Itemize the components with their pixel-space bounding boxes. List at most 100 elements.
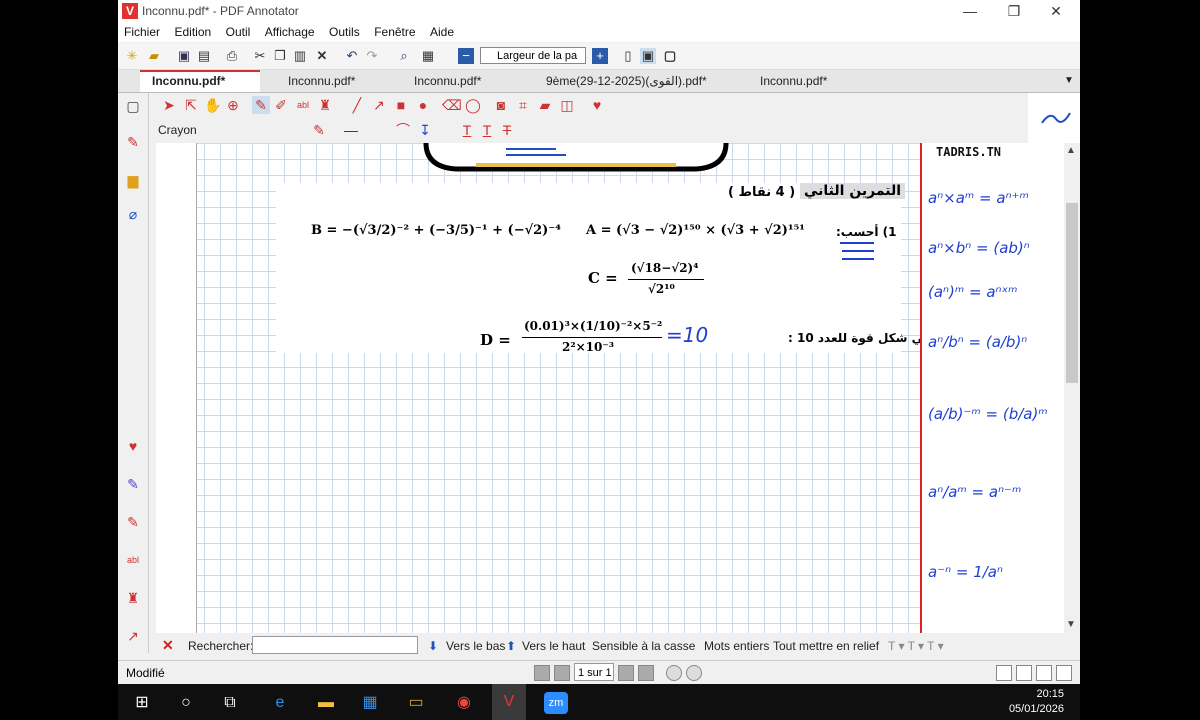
arrow-down-icon[interactable]: ⬇ bbox=[428, 639, 438, 653]
search-input[interactable] bbox=[252, 636, 418, 654]
eraser-tool-icon[interactable]: ⌫ bbox=[442, 96, 462, 114]
text-squiggle-icon[interactable]: T bbox=[478, 121, 496, 139]
camera-icon[interactable]: ◙ bbox=[492, 96, 510, 114]
scroll-down-icon[interactable]: ▼ bbox=[1066, 619, 1076, 630]
last-page-icon[interactable] bbox=[638, 665, 654, 681]
view-continuous-icon[interactable] bbox=[1016, 665, 1032, 681]
menu-edition[interactable]: Edition bbox=[168, 22, 215, 39]
print-icon[interactable]: ⎙ bbox=[224, 48, 240, 64]
ellipse-tool-icon[interactable]: ● bbox=[414, 96, 432, 114]
next-page-icon[interactable] bbox=[618, 665, 634, 681]
menu-affichage[interactable]: Affichage bbox=[259, 22, 319, 39]
highlighter-icon[interactable]: ✎ bbox=[124, 513, 142, 531]
line-tool-icon[interactable]: ╱ bbox=[348, 96, 366, 114]
crop-icon[interactable]: ⌗ bbox=[514, 96, 532, 114]
edge-icon[interactable]: e bbox=[268, 692, 292, 714]
redo-icon[interactable]: ↷ bbox=[364, 48, 380, 64]
tab-5[interactable]: Inconnu.pdf* bbox=[760, 70, 827, 92]
new-icon[interactable]: ✳ bbox=[124, 48, 140, 64]
pen-preview[interactable] bbox=[1028, 93, 1080, 143]
arrow-up-icon[interactable]: ⬆ bbox=[506, 639, 516, 653]
whole-words-option[interactable]: Mots entiers bbox=[704, 639, 769, 653]
highlight-all-option[interactable]: Tout mettre en relief bbox=[773, 639, 879, 653]
scroll-up-icon[interactable]: ▲ bbox=[1066, 145, 1076, 156]
select-text-icon[interactable]: ⇱ bbox=[182, 96, 200, 114]
marker-icon[interactable]: ✎ bbox=[124, 475, 142, 493]
tabs-dropdown-icon[interactable]: ▼ bbox=[1064, 70, 1074, 92]
stamp-icon[interactable]: ♜ bbox=[124, 589, 142, 607]
arrow-favorite-icon[interactable]: ↗ bbox=[124, 627, 142, 645]
menu-outil[interactable]: Outil bbox=[220, 22, 255, 39]
task-view-icon[interactable]: ⧉ bbox=[218, 692, 242, 714]
hand-tool-icon[interactable]: ✋ bbox=[204, 96, 222, 114]
heart-icon[interactable]: ♥ bbox=[124, 437, 142, 455]
undo-icon[interactable]: ↶ bbox=[344, 48, 360, 64]
pdf-annotator-taskbar-icon[interactable]: V bbox=[492, 684, 526, 720]
zoom-out-icon[interactable]: − bbox=[458, 48, 474, 64]
text-tool-icon[interactable]: abl bbox=[294, 96, 312, 114]
zoom-select[interactable]: Largeur de la pa bbox=[480, 47, 586, 64]
ruler-icon[interactable]: ▰ bbox=[536, 96, 554, 114]
menu-fenetre[interactable]: Fenêtre bbox=[368, 22, 419, 39]
open-folder-icon[interactable]: ▰ bbox=[146, 48, 162, 64]
delete-icon[interactable]: ✕ bbox=[314, 48, 330, 64]
files-icon[interactable]: ▭ bbox=[404, 692, 428, 714]
pen-color-icon[interactable]: ✎ bbox=[310, 121, 328, 139]
tab-3[interactable]: Inconnu.pdf* bbox=[414, 70, 481, 92]
search-down-button[interactable]: Vers le bas bbox=[446, 639, 505, 653]
textbox-icon[interactable]: abl bbox=[124, 551, 142, 569]
view-single-icon[interactable] bbox=[996, 665, 1012, 681]
page-layout-icon[interactable]: ▦ bbox=[420, 48, 436, 64]
line-width-icon[interactable]: — bbox=[342, 121, 360, 139]
find-icon[interactable]: ⌕ bbox=[396, 48, 412, 64]
tab-4[interactable]: 9ème(29-12-2025)(القوى).pdf* bbox=[546, 70, 707, 92]
arrow-tool-icon[interactable]: ↗ bbox=[370, 96, 388, 114]
forward-icon[interactable] bbox=[686, 665, 702, 681]
page-indicator[interactable]: 1 sur 1 bbox=[574, 663, 614, 681]
cut-icon[interactable]: ✂ bbox=[252, 48, 268, 64]
view-facing-icon[interactable] bbox=[1036, 665, 1052, 681]
file-explorer-icon[interactable]: ▬ bbox=[314, 692, 338, 714]
pen-tool-icon[interactable]: ✎ bbox=[252, 96, 270, 114]
favorite-heart-icon[interactable]: ♥ bbox=[588, 96, 606, 114]
smooth-curve-icon[interactable]: ⌒ bbox=[394, 121, 412, 139]
store-icon[interactable]: ▦ bbox=[358, 692, 382, 714]
close-find-icon[interactable]: ✕ bbox=[162, 637, 174, 654]
text-style-icon[interactable]: T ▾ T ▾ T ▾ bbox=[888, 639, 944, 653]
text-strike-icon[interactable]: T bbox=[498, 121, 516, 139]
view-facing-continuous-icon[interactable] bbox=[1056, 665, 1072, 681]
text-underline-icon[interactable]: T bbox=[458, 121, 476, 139]
menu-outils[interactable]: Outils bbox=[323, 22, 364, 39]
minimize-button[interactable]: — bbox=[950, 1, 990, 21]
maximize-button[interactable]: ❐ bbox=[994, 1, 1034, 21]
prev-page-icon[interactable] bbox=[554, 665, 570, 681]
panel-toggle-icon[interactable]: ▢ bbox=[124, 97, 142, 115]
select-arrow-icon[interactable]: ➤ bbox=[160, 96, 178, 114]
save-icon[interactable]: ▣ bbox=[176, 48, 192, 64]
tab-2[interactable]: Inconnu.pdf* bbox=[288, 70, 355, 92]
attachment-icon[interactable]: ⌀ bbox=[124, 205, 142, 223]
rectangle-tool-icon[interactable]: ■ bbox=[392, 96, 410, 114]
scroll-thumb[interactable] bbox=[1066, 203, 1078, 383]
close-button[interactable]: ✕ bbox=[1036, 1, 1076, 21]
search-icon[interactable]: ○ bbox=[174, 692, 198, 714]
match-case-option[interactable]: Sensible à la casse bbox=[592, 639, 695, 653]
fit-width-icon[interactable]: ▣ bbox=[640, 48, 656, 64]
menu-fichier[interactable]: Fichier bbox=[118, 22, 164, 39]
zoom-app-icon[interactable]: zm bbox=[544, 692, 568, 714]
search-up-button[interactable]: Vers le haut bbox=[522, 639, 585, 653]
measure-icon[interactable]: ◫ bbox=[558, 96, 576, 114]
zoom-tool-icon[interactable]: ⊕ bbox=[224, 96, 242, 114]
first-page-icon[interactable] bbox=[534, 665, 550, 681]
paste-icon[interactable]: ▥ bbox=[292, 48, 308, 64]
save-as-icon[interactable]: ▤ bbox=[196, 48, 212, 64]
vertical-scrollbar[interactable]: ▲ ▼ bbox=[1064, 143, 1080, 633]
single-page-icon[interactable]: ▯ bbox=[620, 48, 636, 64]
pen-favorite-icon[interactable]: ✎ bbox=[124, 133, 142, 151]
note-icon[interactable]: ▆ bbox=[124, 171, 142, 189]
chrome-icon[interactable]: ◉ bbox=[452, 692, 476, 714]
tab-1[interactable]: Inconnu.pdf* bbox=[140, 70, 260, 92]
lasso-tool-icon[interactable]: ◯ bbox=[464, 96, 482, 114]
stamp-tool-icon[interactable]: ♜ bbox=[316, 96, 334, 114]
back-icon[interactable] bbox=[666, 665, 682, 681]
